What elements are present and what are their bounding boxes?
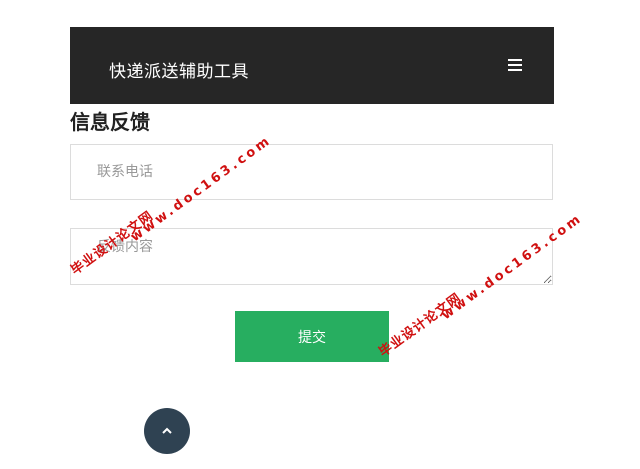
- page-title: 信息反馈: [70, 110, 150, 134]
- navbar: 快递派送辅助工具: [70, 27, 554, 104]
- hamburger-menu-icon[interactable]: [508, 59, 522, 71]
- back-to-top-button[interactable]: [144, 408, 190, 454]
- brand-title[interactable]: 快递派送辅助工具: [109, 57, 249, 82]
- submit-button[interactable]: 提交: [235, 311, 389, 362]
- feedback-textarea[interactable]: [70, 228, 553, 285]
- phone-input[interactable]: [70, 144, 553, 200]
- chevron-up-icon: [162, 427, 172, 434]
